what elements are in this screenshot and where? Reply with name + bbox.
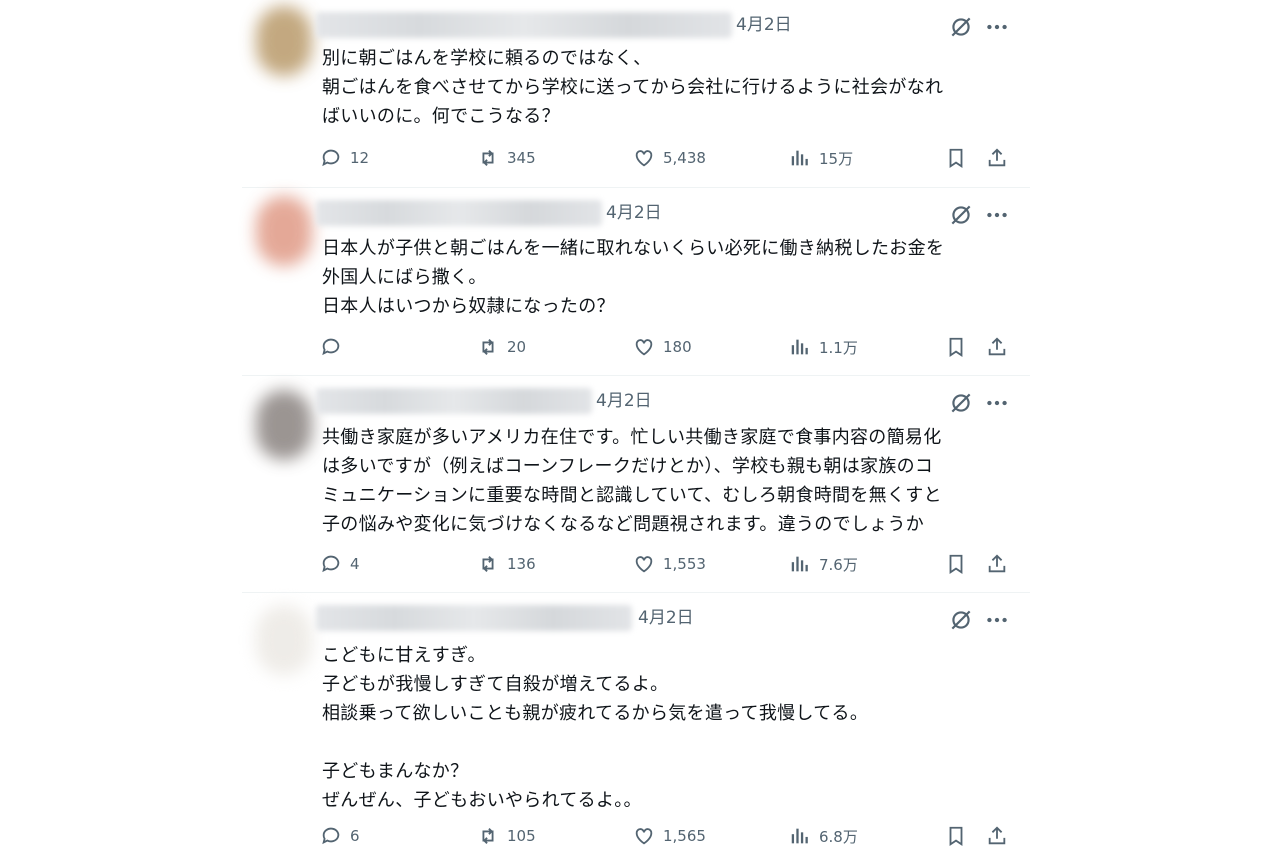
avatar[interactable] xyxy=(256,390,312,460)
action-bar: 12 345 5,438 15万 xyxy=(320,143,1010,173)
repost-count: 136 xyxy=(507,555,536,573)
like-count: 1,553 xyxy=(663,555,706,573)
reply-feed: 4月2日 別に朝ごはんを学校に頼るのではなく、 朝ごはんを食べさせてから学校に送… xyxy=(242,0,1030,854)
bookmark-button[interactable] xyxy=(945,143,967,173)
like-button[interactable]: 5,438 xyxy=(633,143,706,173)
views-count: 15万 xyxy=(819,149,854,168)
like-count: 1,565 xyxy=(663,827,706,845)
post-text: 共働き家庭が多いアメリカ在住です。忙しい共働き家庭で食事内容の簡易化 は多いです… xyxy=(322,427,942,535)
views-icon xyxy=(791,556,808,572)
like-count: 180 xyxy=(663,338,692,356)
avatar[interactable] xyxy=(256,6,312,76)
post-date[interactable]: 4月2日 xyxy=(606,201,662,225)
views-icon xyxy=(791,339,808,355)
reply-count: 12 xyxy=(350,149,370,167)
like-count: 5,438 xyxy=(663,149,706,167)
author-name-blurred[interactable] xyxy=(316,388,592,414)
repost-count: 345 xyxy=(507,149,536,167)
reply-icon xyxy=(322,827,340,845)
action-bar: 6 105 1,565 6.8万 xyxy=(320,821,1010,851)
bookmark-button[interactable] xyxy=(945,821,967,851)
post-date[interactable]: 4月2日 xyxy=(596,389,652,413)
like-icon xyxy=(635,828,653,845)
views-button[interactable]: 1.1万 xyxy=(789,332,858,362)
share-icon xyxy=(988,148,1006,167)
share-icon xyxy=(988,554,1006,573)
reply-icon xyxy=(322,149,340,167)
post-date[interactable]: 4月2日 xyxy=(736,13,792,37)
post[interactable]: 4月2日 こどもに甘えすぎ。 子どもが我慢しすぎて自殺が増えてるよ。 相談乗って… xyxy=(242,593,1030,854)
avatar[interactable] xyxy=(256,196,312,266)
post[interactable]: 4月2日 日本人が子供と朝ごはんを一緒に取れないくらい必死に働き納税したお金を … xyxy=(242,188,1030,376)
bookmark-icon xyxy=(949,337,963,357)
grok-icon[interactable] xyxy=(948,202,974,228)
more-icon[interactable] xyxy=(984,390,1010,416)
bookmark-icon xyxy=(949,554,963,574)
avatar[interactable] xyxy=(256,605,312,675)
reply-button[interactable]: 4 xyxy=(320,549,360,579)
share-icon xyxy=(988,826,1006,845)
like-button[interactable]: 1,553 xyxy=(633,549,706,579)
author-name-blurred[interactable] xyxy=(316,200,602,226)
bookmark-icon xyxy=(949,826,963,846)
share-button[interactable] xyxy=(986,332,1008,362)
post-text: こどもに甘えすぎ。 子どもが我慢しすぎて自殺が増えてるよ。 相談乗って欲しいこと… xyxy=(322,645,869,811)
repost-icon xyxy=(482,339,494,355)
reply-count: 4 xyxy=(350,555,360,573)
views-count: 7.6万 xyxy=(819,555,858,574)
views-count: 6.8万 xyxy=(819,827,858,846)
reply-icon xyxy=(322,338,340,356)
repost-button[interactable]: 136 xyxy=(477,549,536,579)
action-bar: 4 136 1,553 7.6万 xyxy=(320,549,1010,579)
action-bar: 20 180 1.1万 xyxy=(320,332,1010,362)
like-icon xyxy=(635,150,653,167)
bookmark-icon xyxy=(949,148,963,168)
reply-icon xyxy=(322,555,340,573)
reply-button[interactable]: 12 xyxy=(320,143,369,173)
like-button[interactable]: 1,565 xyxy=(633,821,706,851)
post[interactable]: 4月2日 別に朝ごはんを学校に頼るのではなく、 朝ごはんを食べさせてから学校に送… xyxy=(242,0,1030,188)
views-button[interactable]: 6.8万 xyxy=(789,821,858,851)
views-icon xyxy=(791,150,808,166)
bookmark-button[interactable] xyxy=(945,549,967,579)
more-icon[interactable] xyxy=(984,607,1010,633)
reply-button[interactable] xyxy=(320,332,350,362)
views-count: 1.1万 xyxy=(819,338,858,357)
repost-icon xyxy=(482,150,494,166)
share-icon xyxy=(988,337,1006,356)
repost-button[interactable]: 20 xyxy=(477,332,526,362)
share-button[interactable] xyxy=(986,549,1008,579)
reply-button[interactable]: 6 xyxy=(320,821,360,851)
repost-count: 105 xyxy=(507,827,536,845)
views-button[interactable]: 7.6万 xyxy=(789,549,858,579)
repost-button[interactable]: 105 xyxy=(477,821,536,851)
author-name-blurred[interactable] xyxy=(316,12,732,38)
more-icon[interactable] xyxy=(984,14,1010,40)
like-icon xyxy=(635,556,653,573)
post[interactable]: 4月2日 共働き家庭が多いアメリカ在住です。忙しい共働き家庭で食事内容の簡易化 … xyxy=(242,376,1030,593)
grok-icon[interactable] xyxy=(948,607,974,633)
repost-icon xyxy=(482,828,494,844)
author-name-blurred[interactable] xyxy=(316,605,632,631)
repost-button[interactable]: 345 xyxy=(477,143,536,173)
reply-count: 6 xyxy=(350,827,360,845)
bookmark-button[interactable] xyxy=(945,332,967,362)
like-button[interactable]: 180 xyxy=(633,332,692,362)
share-button[interactable] xyxy=(986,143,1008,173)
views-button[interactable]: 15万 xyxy=(789,143,853,173)
share-button[interactable] xyxy=(986,821,1008,851)
post-date[interactable]: 4月2日 xyxy=(638,606,694,630)
like-icon xyxy=(635,339,653,356)
repost-count: 20 xyxy=(507,338,527,356)
post-text: 日本人が子供と朝ごはんを一緒に取れないくらい必死に働き納税したお金を 外国人にば… xyxy=(322,238,945,317)
repost-icon xyxy=(482,556,494,572)
views-icon xyxy=(791,828,808,844)
grok-icon[interactable] xyxy=(948,14,974,40)
post-text: 別に朝ごはんを学校に頼るのではなく、 朝ごはんを食べさせてから学校に送ってから会… xyxy=(322,48,944,127)
more-icon[interactable] xyxy=(984,202,1010,228)
grok-icon[interactable] xyxy=(948,390,974,416)
